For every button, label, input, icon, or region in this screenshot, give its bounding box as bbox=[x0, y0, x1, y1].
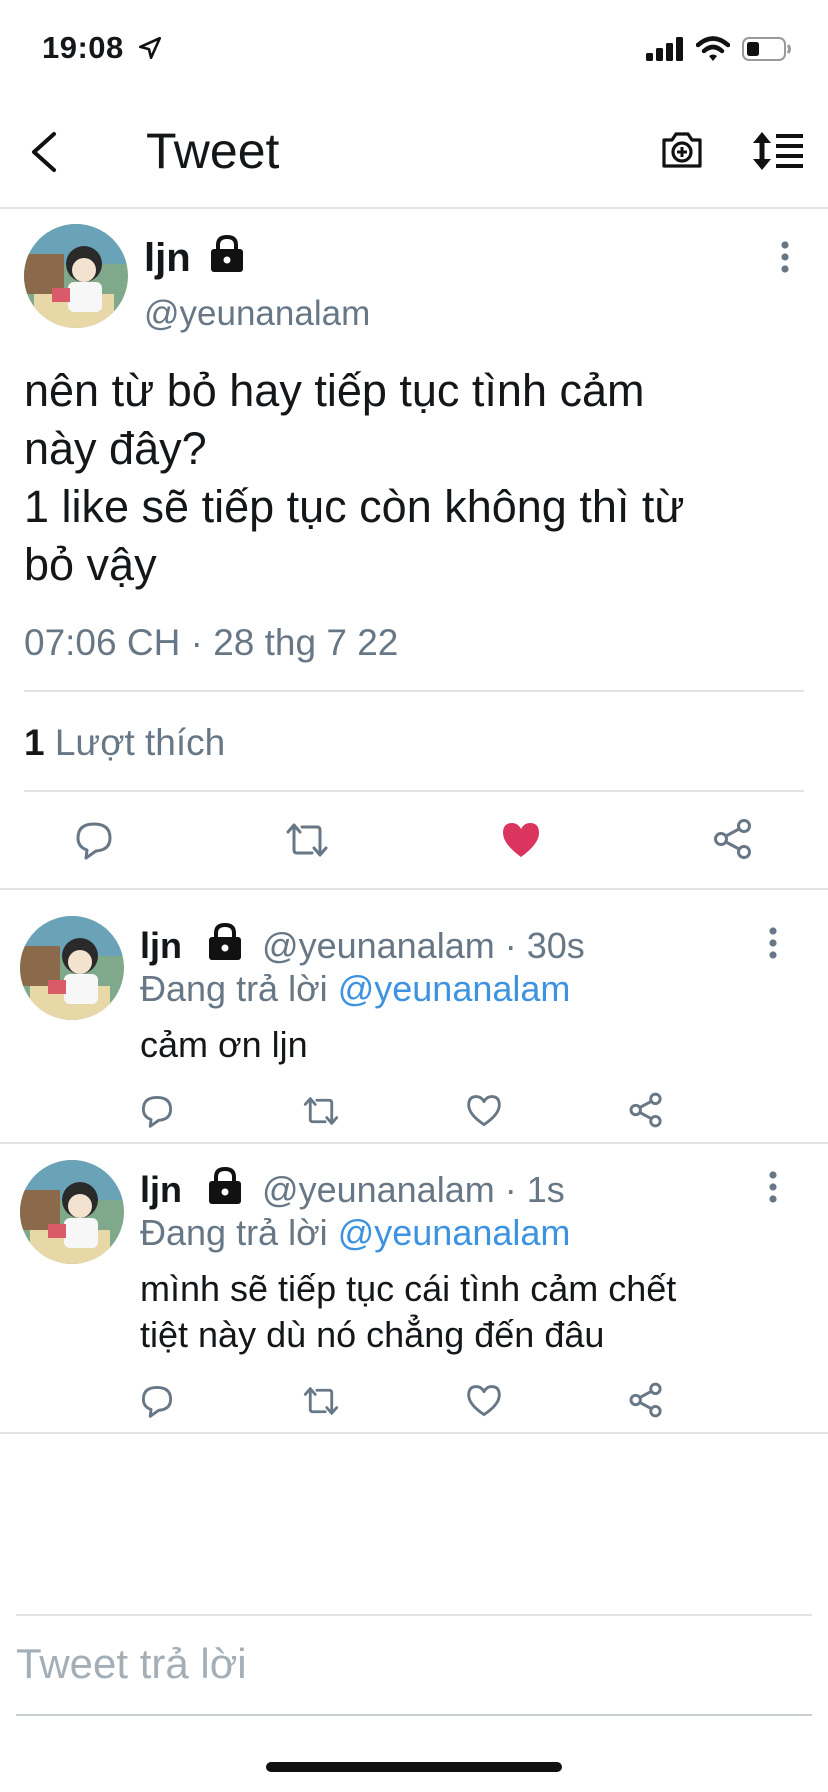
status-time-text: 19:08 bbox=[42, 30, 124, 65]
reply-author-name[interactable]: ljn bbox=[140, 1169, 182, 1210]
like-count[interactable]: 1 Lượt thích bbox=[24, 722, 225, 764]
reply-header: ljn @yeunanalam · 30s bbox=[140, 922, 585, 967]
lock-icon bbox=[209, 922, 242, 960]
reply-author-name[interactable]: ljn bbox=[140, 925, 182, 966]
compose-top-divider bbox=[16, 1614, 812, 1616]
nav-divider bbox=[0, 207, 828, 209]
more-options-icon[interactable] bbox=[778, 240, 792, 274]
signal-icon bbox=[646, 37, 683, 61]
replying-to: Đang trả lời @yeunanalam bbox=[140, 968, 570, 1010]
back-arrow-icon[interactable] bbox=[26, 130, 62, 174]
reply-text: mình sẽ tiếp tục cái tình cảm chết tiệt … bbox=[140, 1268, 677, 1355]
reply-icon[interactable] bbox=[140, 1384, 174, 1418]
more-options-icon[interactable] bbox=[766, 926, 780, 960]
camera-icon[interactable] bbox=[660, 130, 704, 170]
timestamp-divider bbox=[24, 690, 804, 692]
lock-icon bbox=[211, 234, 243, 272]
avatar[interactable] bbox=[24, 224, 128, 328]
reply-divider bbox=[0, 1142, 828, 1144]
wifi-icon bbox=[696, 36, 730, 61]
reply-header: ljn @yeunanalam · 1s bbox=[140, 1166, 565, 1211]
avatar-illustration bbox=[20, 916, 124, 1020]
reply-divider bbox=[0, 1432, 828, 1434]
home-indicator[interactable] bbox=[266, 1762, 562, 1772]
reply-meta: @yeunanalam · 30s bbox=[262, 925, 585, 966]
replying-prefix: Đang trả lời bbox=[140, 968, 328, 1009]
reply-icon[interactable] bbox=[74, 820, 114, 860]
retweet-icon[interactable] bbox=[302, 1094, 340, 1128]
likes-divider bbox=[24, 790, 804, 792]
reply-icon[interactable] bbox=[140, 1094, 174, 1128]
tweet-timestamp: 07:06 CH · 28 thg 7 22 bbox=[24, 622, 399, 663]
compose-bottom-divider bbox=[16, 1714, 812, 1716]
reply-text: cảm ơn ljn bbox=[140, 1024, 308, 1065]
replying-prefix: Đang trả lời bbox=[140, 1212, 328, 1253]
share-icon[interactable] bbox=[628, 1382, 664, 1418]
author-handle[interactable]: @yeunanalam bbox=[144, 294, 370, 334]
replying-to-link[interactable]: @yeunanalam bbox=[338, 968, 571, 1009]
like-icon[interactable] bbox=[466, 1384, 502, 1418]
replying-to: Đang trả lời @yeunanalam bbox=[140, 1212, 570, 1254]
avatar-illustration bbox=[20, 1160, 124, 1264]
reply-compose-input[interactable]: Tweet trả lời bbox=[16, 1640, 247, 1688]
reply-meta: @yeunanalam · 1s bbox=[262, 1169, 565, 1210]
actions-divider bbox=[0, 888, 828, 890]
replying-to-link[interactable]: @yeunanalam bbox=[338, 1212, 571, 1253]
more-options-icon[interactable] bbox=[766, 1170, 780, 1204]
like-icon-filled[interactable] bbox=[500, 820, 542, 860]
battery-icon bbox=[742, 37, 791, 61]
retweet-icon[interactable] bbox=[302, 1384, 340, 1418]
share-icon[interactable] bbox=[712, 818, 754, 860]
like-count-number: 1 bbox=[24, 722, 45, 763]
like-count-label: Lượt thích bbox=[54, 722, 226, 763]
retweet-icon[interactable] bbox=[284, 820, 330, 860]
status-indicators bbox=[646, 36, 792, 62]
avatar-illustration bbox=[24, 224, 128, 328]
like-icon[interactable] bbox=[466, 1094, 502, 1128]
status-time: 19:08 bbox=[42, 30, 163, 66]
lock-icon bbox=[209, 1166, 242, 1204]
location-arrow-icon bbox=[138, 36, 161, 60]
sort-icon[interactable] bbox=[752, 130, 804, 172]
tweet-text: nên từ bỏ hay tiếp tục tình cảm này đây?… bbox=[24, 365, 685, 590]
page-title: Tweet bbox=[146, 123, 280, 179]
avatar[interactable] bbox=[20, 916, 124, 1020]
author-name[interactable]: ljn bbox=[144, 236, 191, 281]
avatar[interactable] bbox=[20, 1160, 124, 1264]
share-icon[interactable] bbox=[628, 1092, 664, 1128]
